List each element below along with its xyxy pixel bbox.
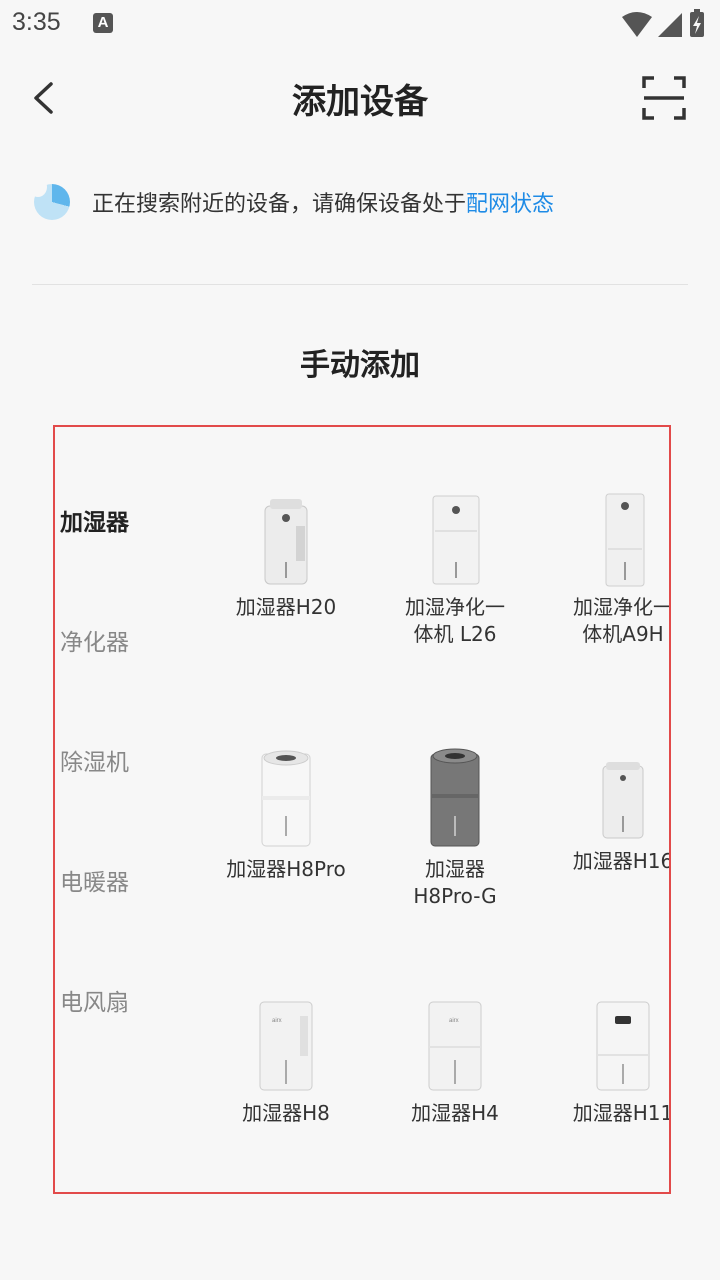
highlight-frame	[53, 425, 671, 1194]
